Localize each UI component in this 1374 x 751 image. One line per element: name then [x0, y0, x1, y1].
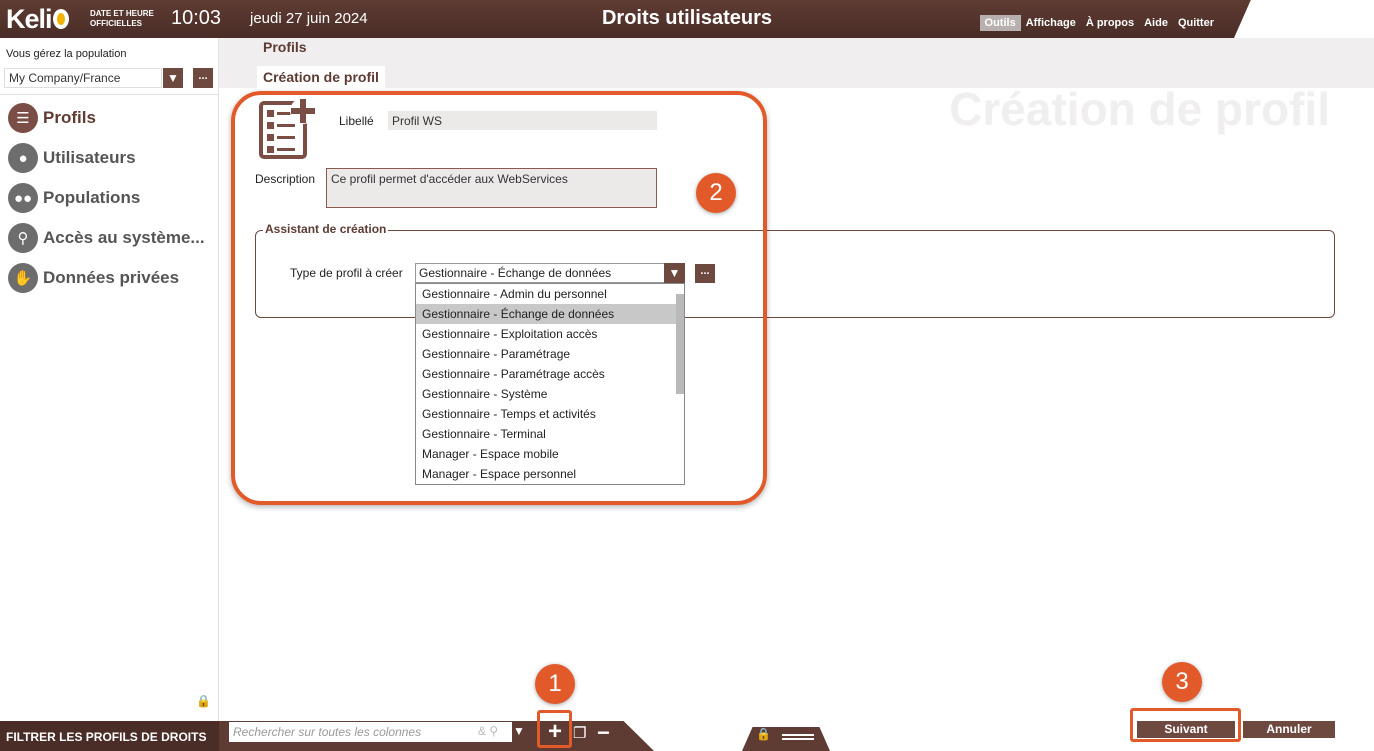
callout-highlight-next [1130, 708, 1241, 742]
sidebar-item-profils[interactable]: ☰ Profils [8, 98, 205, 138]
official-time-label: DATE ET HEURE OFFICIELLES [90, 9, 154, 28]
remove-icon[interactable]: − [597, 720, 610, 746]
sidebar-item-populations[interactable]: ●● Populations [8, 178, 205, 218]
callout-badge-1: 1 [535, 664, 575, 704]
population-more-button[interactable]: ... [193, 68, 213, 88]
menu-aide[interactable]: Aide [1139, 15, 1173, 31]
lock-icon[interactable]: 🔒 [756, 727, 771, 741]
sidebar-item-label: Accès au système... [43, 228, 205, 247]
sidebar-item-label: Données privées [43, 268, 180, 287]
copy-icon[interactable]: ❐ [573, 724, 586, 742]
filter-label: FILTRER LES PROFILS DE DROITS [0, 721, 219, 751]
search-icon[interactable]: & ⚲ [478, 724, 498, 738]
cancel-button[interactable]: Annuler [1243, 721, 1335, 738]
clock: 10:03 [171, 7, 222, 29]
chevron-down-icon[interactable]: ▼ [163, 68, 183, 88]
sidebar: Vous gérez la population My Company/Fran… [0, 38, 219, 721]
callout-badge-3: 3 [1162, 662, 1202, 702]
current-date: jeudi 27 juin 2024 [250, 10, 368, 27]
callout-highlight-add [537, 710, 572, 748]
content-header [219, 38, 1374, 88]
menu-quitter[interactable]: Quitter [1173, 15, 1219, 31]
population-label: Vous gérez la population [6, 48, 127, 60]
sidebar-nav: ☰ Profils ● Utilisateurs ●● Populations … [8, 98, 205, 298]
lock-icon[interactable]: 🔒 [196, 694, 211, 708]
user-icon: ● [8, 143, 38, 173]
callout-badge-2: 2 [696, 173, 736, 213]
watermark-title: Création de profil [949, 83, 1330, 135]
key-icon: ⚲ [8, 223, 38, 253]
top-menu: Outils Affichage À propos Aide Quitter [979, 15, 1219, 31]
population-select[interactable]: My Company/France [4, 68, 162, 88]
sidebar-item-label: Profils [43, 108, 96, 127]
sidebar-item-utilisateurs[interactable]: ● Utilisateurs [8, 138, 205, 178]
sidebar-item-donnees-privees[interactable]: ✋ Données privées [8, 258, 205, 298]
hand-stop-icon: ✋ [8, 263, 38, 293]
callout-highlight-form [231, 91, 767, 505]
chevron-down-icon[interactable]: ▼ [513, 724, 525, 738]
breadcrumb-profils[interactable]: Profils [263, 39, 307, 55]
sidebar-item-acces-systeme[interactable]: ⚲ Accès au système... [8, 218, 205, 258]
sidebar-item-label: Populations [43, 188, 141, 207]
kelio-logo: Keli [6, 4, 69, 35]
divider [0, 94, 219, 95]
top-bar: Keli DATE ET HEURE OFFICIELLES 10:03 jeu… [0, 0, 1374, 38]
header-corner [1234, 0, 1374, 38]
search-input[interactable]: Rechercher sur toutes les colonnes [229, 722, 512, 742]
menu-outils[interactable]: Outils [979, 15, 1021, 31]
menu-affichage[interactable]: Affichage [1021, 15, 1081, 31]
sidebar-item-label: Utilisateurs [43, 148, 136, 167]
resize-grip-icon[interactable] [782, 734, 814, 740]
group-icon: ●● [8, 183, 38, 213]
breadcrumb-creation-profil[interactable]: Création de profil [257, 66, 385, 88]
profiles-icon: ☰ [8, 103, 38, 133]
menu-a-propos[interactable]: À propos [1081, 15, 1139, 31]
